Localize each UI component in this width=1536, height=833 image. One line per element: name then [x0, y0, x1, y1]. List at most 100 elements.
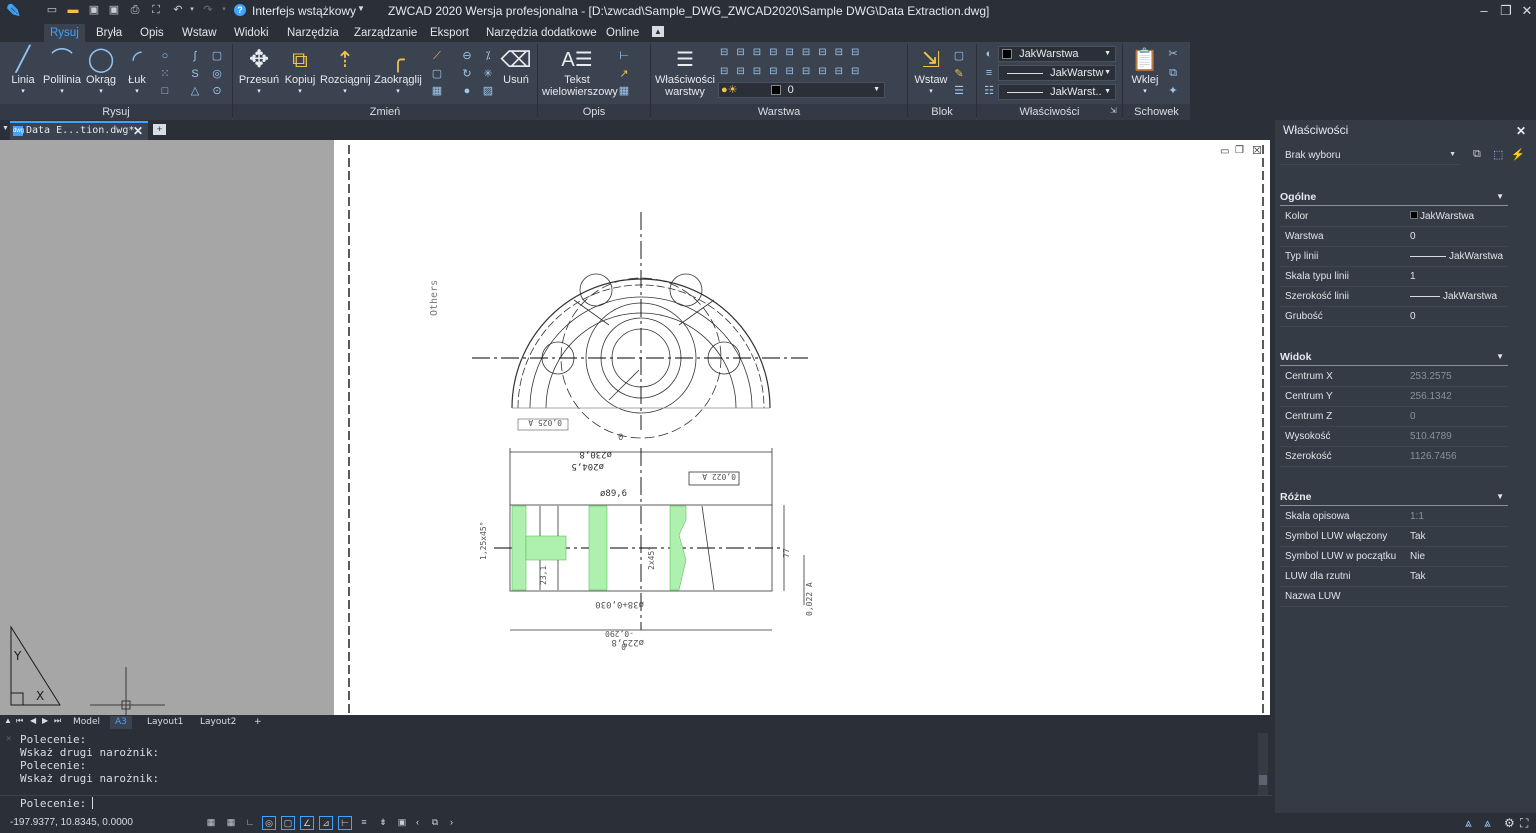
array-icon[interactable]: ▦	[430, 85, 444, 97]
layout-tab-layout1[interactable]: Layout1	[142, 716, 188, 729]
lineweight-icon[interactable]: ☷	[982, 85, 996, 97]
break-icon[interactable]: ▨	[481, 85, 495, 97]
selection-dropdown[interactable]: Brak wyboru ▼	[1280, 147, 1460, 165]
prop-row-luw-w-poczatku[interactable]: Symbol LUW w początku Nie	[1280, 547, 1508, 567]
mirror-icon[interactable]: ⁒	[481, 50, 495, 62]
layout-tab-model[interactable]: Model	[68, 716, 105, 729]
tab-opis[interactable]: Opis	[134, 24, 170, 42]
line-button[interactable]: ╱ Linia ▾	[6, 46, 40, 98]
leader-icon[interactable]: ↗	[617, 68, 631, 80]
fillet-button[interactable]: ╭ Zaokrąglij ▾	[373, 46, 423, 98]
tab-bryla[interactable]: Bryła	[90, 24, 128, 42]
restore-button[interactable]: ❐	[1498, 3, 1514, 19]
prop-row-typ-linii[interactable]: Typ linii JakWarstwa	[1280, 247, 1508, 267]
annotation-scale-icon[interactable]: ⩓	[1465, 816, 1472, 831]
stretch-button[interactable]: ⇡ Rozciągnij ▾	[320, 46, 371, 98]
toggle-pickadd-icon[interactable]: ⧉	[1473, 148, 1481, 161]
mtext-button[interactable]: A☰ Tekst wielowierszowy	[542, 46, 618, 98]
undo-icon[interactable]: ↶	[172, 4, 184, 16]
arc-button[interactable]: ◜ Łuk ▾	[120, 46, 154, 98]
command-close-icon[interactable]: ✕	[6, 734, 11, 744]
fullscreen-icon[interactable]: ⛶	[1520, 816, 1528, 831]
prop-row-skala-typu[interactable]: Skala typu linii 1	[1280, 267, 1508, 287]
scale-icon[interactable]: ▢	[430, 68, 444, 80]
region-icon[interactable]: △	[188, 85, 202, 97]
explode-icon[interactable]: ✳	[481, 68, 495, 80]
minimize-button[interactable]: –	[1476, 3, 1492, 19]
layout-tab-layout2[interactable]: Layout2	[195, 716, 241, 729]
prop-row-kolor[interactable]: Kolor JakWarstwa	[1280, 207, 1508, 227]
properties-launcher-icon[interactable]: ⇲	[1110, 106, 1117, 115]
lineweight-dropdown[interactable]: JakWarst.. ▼	[998, 84, 1116, 100]
lineweight-toggle-icon[interactable]: ≡	[357, 816, 371, 830]
model-paper-icon[interactable]: ⧉	[428, 816, 442, 830]
point-icon[interactable]: ⁙	[158, 68, 172, 80]
new-tab-icon[interactable]: +	[153, 124, 166, 135]
spline-icon[interactable]: ∫	[188, 50, 202, 62]
osnap-icon[interactable]: ▢	[281, 816, 295, 830]
match-icon[interactable]: ✦	[1166, 85, 1180, 97]
match-properties-icon[interactable]: ◐	[982, 48, 996, 60]
edit-block-icon[interactable]: ✎	[952, 68, 966, 80]
prop-row-luw-wlaczony[interactable]: Symbol LUW włączony Tak	[1280, 527, 1508, 547]
save-icon[interactable]: ▣	[88, 4, 100, 16]
zwcad-logo-icon[interactable]: ✎	[6, 2, 32, 22]
erase-button[interactable]: ⌫ Usuń	[500, 46, 532, 86]
prop-row-centrum-z[interactable]: Centrum Z0	[1280, 407, 1508, 427]
linetype-icon[interactable]: ≡	[982, 67, 996, 79]
layout-tab-a3[interactable]: A3	[110, 716, 132, 729]
prop-row-nazwa-luw[interactable]: Nazwa LUW	[1280, 587, 1508, 607]
ellipse-icon[interactable]: ○	[158, 50, 172, 62]
prop-row-szerokosc[interactable]: Szerokość 1126.7456	[1280, 447, 1508, 467]
paste-button[interactable]: 📋 Wklej ▾	[1126, 46, 1164, 98]
annotation-visibility-icon[interactable]: ⩓	[1484, 816, 1491, 831]
status-scroll-right-icon[interactable]: ›	[450, 817, 453, 827]
viewport-restore-icon[interactable]: ❐	[1235, 145, 1244, 156]
attribute-icon[interactable]: ☰	[952, 85, 966, 97]
polar-icon[interactable]: ◎	[262, 816, 276, 830]
layout-last-icon[interactable]: ⏭	[54, 716, 61, 726]
help-icon[interactable]: ?	[234, 4, 246, 16]
move-button[interactable]: ✥ Przesuń ▾	[238, 46, 280, 98]
properties-close-icon[interactable]: ✕	[1516, 124, 1526, 138]
command-input[interactable]	[92, 797, 93, 809]
rotate-icon[interactable]: ↻	[460, 68, 474, 80]
tab-rysuj[interactable]: Rysuj	[44, 24, 85, 42]
qp-icon[interactable]: ▣	[395, 816, 409, 830]
section-ogolne[interactable]: Ogólne ▼	[1280, 188, 1508, 206]
print-icon[interactable]: ⎙	[129, 4, 141, 16]
redo-dropdown-icon[interactable]: ▾	[218, 4, 230, 16]
prop-row-warstwa[interactable]: Warstwa 0	[1280, 227, 1508, 247]
revcloud-icon[interactable]: S	[188, 68, 202, 80]
boundary-icon[interactable]: ⊙	[210, 85, 224, 97]
viewport-minimize-icon[interactable]: ▭	[1220, 146, 1229, 157]
dimension-icon[interactable]: ⊢	[617, 50, 631, 62]
workspace-switch-icon[interactable]: ⚙	[1504, 816, 1515, 830]
copy-clip-icon[interactable]: ⧉	[1166, 67, 1180, 79]
color-dropdown[interactable]: JakWarstwa ▼	[998, 46, 1116, 62]
create-block-icon[interactable]: ▢	[952, 50, 966, 62]
quick-select-icon[interactable]: ⚡	[1511, 148, 1525, 161]
tab-narzedzia[interactable]: Narzędzia	[281, 24, 345, 42]
workspace-dropdown-icon[interactable]: ▼	[357, 4, 365, 13]
ducs-icon[interactable]: ⊢	[338, 816, 352, 830]
status-scroll-left-icon[interactable]: ‹	[416, 817, 419, 827]
donut-icon[interactable]: ◎	[210, 68, 224, 80]
polyline-button[interactable]: ⌒ Polilinia ▾	[42, 46, 82, 98]
layout-prev-icon[interactable]: ⏮	[16, 716, 23, 726]
model-space-background[interactable]: Y X	[0, 140, 334, 715]
section-rozne[interactable]: Różne ▼	[1280, 488, 1508, 506]
table-icon[interactable]: ▦	[617, 85, 631, 97]
join-icon[interactable]: ●	[460, 85, 474, 97]
redo-icon[interactable]: ↷	[202, 4, 214, 16]
polygon-icon[interactable]: ▢	[210, 50, 224, 62]
layout-back-icon[interactable]: ◀	[30, 716, 36, 725]
snap-icon[interactable]: ▦	[204, 816, 218, 830]
new-file-icon[interactable]: ▭	[46, 4, 58, 16]
grid-icon[interactable]: ▦	[224, 816, 238, 830]
tab-zarzadzanie[interactable]: Zarządzanie	[348, 24, 423, 42]
prop-row-luw-dla-rzutni[interactable]: LUW dla rzutni Tak	[1280, 567, 1508, 587]
add-layout-button[interactable]: +	[249, 716, 267, 729]
document-tab[interactable]: dwg Data E...tion.dwg* ✕	[10, 121, 148, 140]
undo-dropdown-icon[interactable]: ▾	[186, 4, 198, 16]
